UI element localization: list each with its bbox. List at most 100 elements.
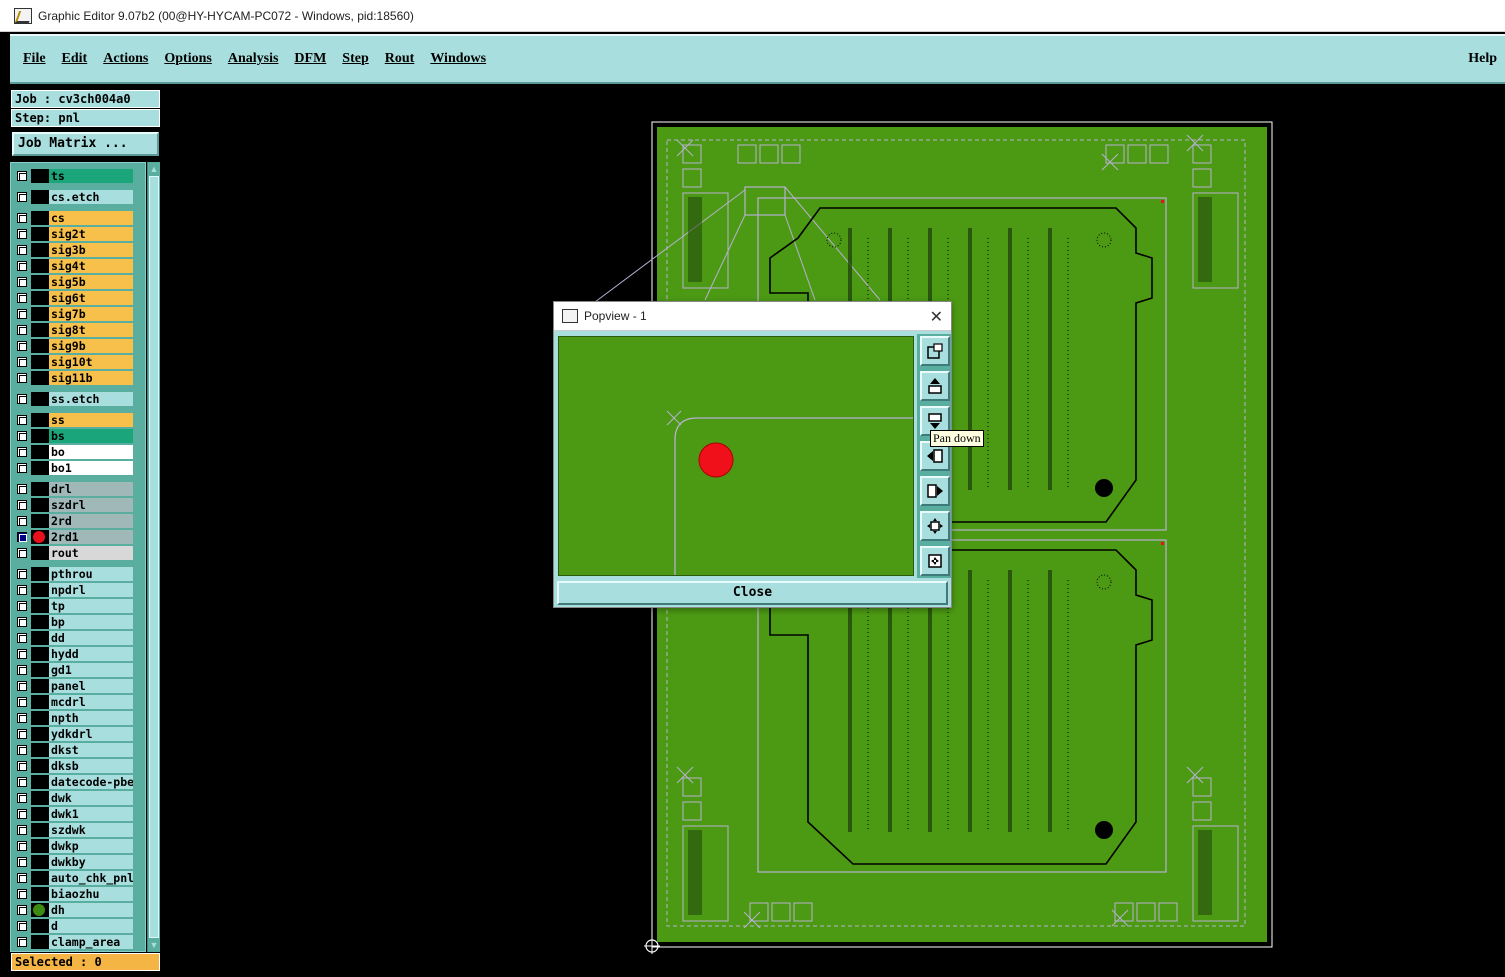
layer-display-slot[interactable] [31,615,49,629]
layer-checkbox[interactable] [17,192,27,202]
layer-display-slot[interactable] [31,855,49,869]
layer-checkbox[interactable] [17,293,27,303]
layer-display-slot[interactable] [31,259,49,273]
layer-row[interactable]: sig6t [15,291,133,305]
layer-name[interactable]: rout [49,546,133,560]
layer-name[interactable]: 2rd [49,514,133,528]
job-matrix-button[interactable]: Job Matrix ... [12,132,159,156]
layer-checkbox[interactable] [17,548,27,558]
menu-step[interactable]: Step [342,51,368,67]
layer-row[interactable]: sig9b [15,339,133,353]
layer-display-slot[interactable] [31,567,49,581]
scroll-down-icon[interactable]: ▼ [149,940,159,950]
menu-rout[interactable]: Rout [385,51,415,67]
layer-checkbox[interactable] [17,585,27,595]
layer-row[interactable]: auto_chk_pnl [15,871,133,885]
layer-display-slot[interactable] [31,599,49,613]
layer-name[interactable]: dwkp [49,839,133,853]
layer-checkbox[interactable] [17,633,27,643]
layer-name[interactable]: biaozhu [49,887,133,901]
menu-options[interactable]: Options [164,51,211,67]
layer-display-slot[interactable] [31,498,49,512]
layer-name[interactable]: cs.etch [49,190,133,204]
layer-checkbox[interactable] [17,516,27,526]
layer-name[interactable]: tp [49,599,133,613]
layer-row[interactable]: panel [15,679,133,693]
layer-name[interactable]: dh [49,903,133,917]
layer-list-scrollbar[interactable]: ▲ ▼ [147,162,160,952]
layer-display-slot[interactable] [31,429,49,443]
layer-row[interactable]: sig8t [15,323,133,337]
layer-row[interactable]: mcdrl [15,695,133,709]
layer-name[interactable]: auto_chk_pnl [49,871,133,885]
layer-name[interactable]: dwk1 [49,807,133,821]
layer-row[interactable]: drl [15,482,133,496]
layer-name[interactable]: ydkdrl [49,727,133,741]
layer-checkbox[interactable] [17,484,27,494]
popview-title-bar[interactable]: Popview - 1 [554,302,951,331]
layer-display-slot[interactable] [31,291,49,305]
layer-row[interactable]: dkst [15,743,133,757]
layer-row[interactable]: dwk1 [15,807,133,821]
layer-name[interactable]: mcdrl [49,695,133,709]
layer-row[interactable]: sig10t [15,355,133,369]
layer-row[interactable]: sig2t [15,227,133,241]
menu-actions[interactable]: Actions [103,51,148,67]
layer-checkbox[interactable] [17,341,27,351]
layer-row[interactable]: cs.etch [15,190,133,204]
layer-display-slot[interactable] [31,227,49,241]
layer-display-slot[interactable] [31,355,49,369]
layer-checkbox[interactable] [17,761,27,771]
layer-row[interactable]: bs [15,429,133,443]
layer-name[interactable]: 2rd1 [49,530,133,544]
layer-name[interactable]: datecode-pbe [49,775,133,789]
layer-display-slot[interactable] [31,530,49,544]
layer-name[interactable]: sig3b [49,243,133,257]
menu-windows[interactable]: Windows [430,51,486,67]
layer-checkbox[interactable] [17,569,27,579]
layer-name[interactable]: npth [49,711,133,725]
layer-display-slot[interactable] [31,583,49,597]
layer-checkbox[interactable] [17,463,27,473]
layer-name[interactable]: gd1 [49,663,133,677]
layer-name[interactable]: bo1 [49,461,133,475]
layer-name[interactable]: sig7b [49,307,133,321]
layer-row[interactable]: 2rd [15,514,133,528]
layer-display-slot[interactable] [31,647,49,661]
layer-display-slot[interactable] [31,695,49,709]
layer-row[interactable]: cs [15,211,133,225]
layer-checkbox[interactable] [17,889,27,899]
layer-checkbox[interactable] [17,937,27,947]
layer-row[interactable]: biaozhu [15,887,133,901]
layer-name[interactable]: dd [49,631,133,645]
layer-name[interactable]: dwkby [49,855,133,869]
layer-checkbox[interactable] [17,617,27,627]
layer-row[interactable]: sig5b [15,275,133,289]
layer-checkbox[interactable] [17,309,27,319]
layer-display-slot[interactable] [31,871,49,885]
layer-name[interactable]: sig6t [49,291,133,305]
layer-row[interactable]: ss [15,413,133,427]
menu-help[interactable]: Help [1468,51,1497,67]
layer-display-slot[interactable] [31,935,49,949]
layer-row[interactable]: ss.etch [15,392,133,406]
layer-row[interactable]: sig4t [15,259,133,273]
layer-name[interactable]: npdrl [49,583,133,597]
layer-name[interactable]: szdrl [49,498,133,512]
layer-display-slot[interactable] [31,807,49,821]
pan-right-button[interactable] [920,476,950,506]
layer-display-slot[interactable] [31,546,49,560]
layer-checkbox[interactable] [17,213,27,223]
layer-display-slot[interactable] [31,243,49,257]
layer-checkbox[interactable] [17,697,27,707]
layer-checkbox[interactable] [17,905,27,915]
layer-display-slot[interactable] [31,307,49,321]
layer-row[interactable]: bp [15,615,133,629]
zoom-out-button[interactable] [920,546,950,576]
layer-display-slot[interactable] [31,631,49,645]
layer-name[interactable]: pthrou [49,567,133,581]
layer-row[interactable]: dwkby [15,855,133,869]
layer-display-slot[interactable] [31,903,49,917]
layer-row[interactable]: npth [15,711,133,725]
close-icon[interactable]: ✕ [930,307,943,326]
